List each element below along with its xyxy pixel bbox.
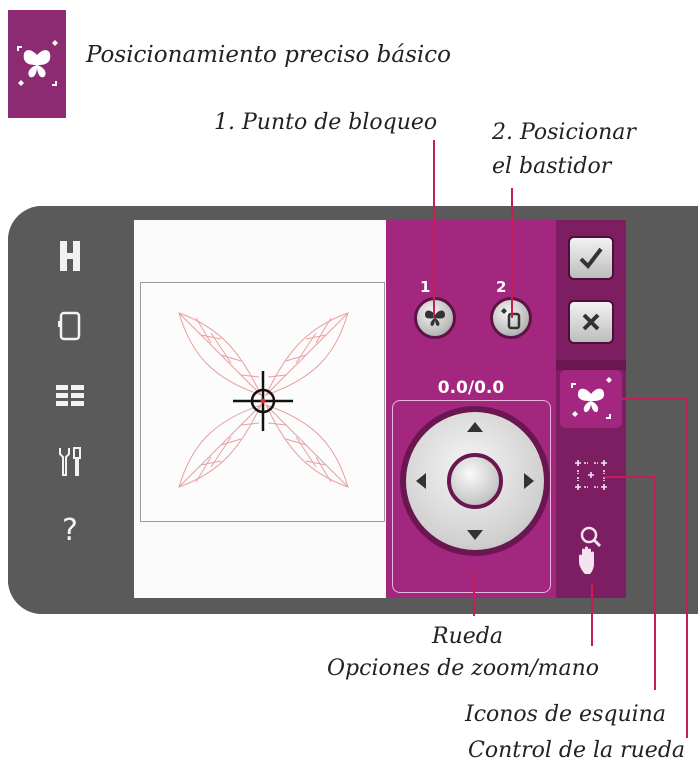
arrow-left-icon[interactable] bbox=[416, 473, 426, 489]
callout-position-hoop-line2: el bastidor bbox=[492, 154, 612, 179]
arrow-up-icon[interactable] bbox=[467, 422, 483, 432]
callout-wheel: Rueda bbox=[432, 624, 503, 649]
device-screen: ? 1 2 0.0/0.0 bbox=[8, 206, 698, 614]
butterfly-icon bbox=[425, 310, 445, 326]
ok-button[interactable] bbox=[568, 236, 614, 280]
close-icon bbox=[582, 313, 600, 331]
precise-position-icon bbox=[571, 377, 612, 419]
callout-lock-point: 1. Punto de bloqueo bbox=[214, 110, 438, 135]
callout-position-hoop-line1: 2. Posicionar bbox=[492, 120, 636, 145]
wheel-center-button[interactable] bbox=[447, 453, 503, 509]
callout-line-lock-point bbox=[433, 140, 435, 318]
zoom-hand-button[interactable] bbox=[564, 520, 618, 580]
callout-line-zoom-hand bbox=[591, 584, 593, 646]
hoop-area bbox=[140, 282, 385, 522]
arrow-right-icon[interactable] bbox=[524, 473, 534, 489]
callout-line-wheel bbox=[473, 572, 475, 616]
crosshair-icon bbox=[233, 371, 293, 431]
wheel-ring[interactable] bbox=[406, 412, 544, 550]
checkmark-icon bbox=[579, 247, 603, 269]
right-sidebar bbox=[556, 220, 626, 598]
corner-icons-button[interactable] bbox=[564, 448, 618, 502]
lock-point-button[interactable] bbox=[414, 297, 456, 339]
lock-point-number: 1 bbox=[420, 278, 431, 296]
callout-zoom-hand: Opciones de zoom/mano bbox=[327, 656, 600, 681]
callout-line-position-hoop bbox=[511, 188, 513, 318]
left-toolbar: ? bbox=[8, 206, 132, 614]
help-icon[interactable]: ? bbox=[50, 510, 90, 550]
cancel-button[interactable] bbox=[568, 300, 614, 344]
page-title: Posicionamiento preciso básico bbox=[86, 42, 452, 68]
arrow-down-icon[interactable] bbox=[467, 530, 483, 540]
position-hoop-number: 2 bbox=[496, 278, 507, 296]
hoop-icon[interactable] bbox=[50, 306, 90, 346]
callout-wheel-control: Control de la rueda bbox=[468, 738, 686, 763]
embroidery-canvas[interactable] bbox=[134, 220, 386, 598]
callout-line-wheel-control-h bbox=[622, 398, 688, 400]
wheel[interactable] bbox=[400, 406, 550, 556]
corner-icons-icon bbox=[575, 460, 607, 490]
sidebar-divider bbox=[556, 360, 626, 370]
precise-positioning-icon bbox=[8, 10, 66, 118]
positioning-panel: 1 2 0.0/0.0 bbox=[386, 220, 556, 598]
zoom-hand-icon bbox=[579, 526, 602, 574]
wheel-control-button[interactable] bbox=[560, 370, 622, 428]
home-h-icon[interactable] bbox=[50, 236, 90, 276]
grid-list-icon[interactable] bbox=[50, 376, 90, 416]
tools-icon[interactable] bbox=[50, 442, 90, 482]
callout-corner-icons: Iconos de esquina bbox=[465, 702, 666, 727]
callout-line-corner-icons-h bbox=[604, 476, 656, 478]
callout-line-wheel-control-v bbox=[686, 398, 688, 738]
callout-line-corner-icons-v bbox=[654, 476, 656, 690]
coordinates-readout: 0.0/0.0 bbox=[437, 378, 505, 398]
